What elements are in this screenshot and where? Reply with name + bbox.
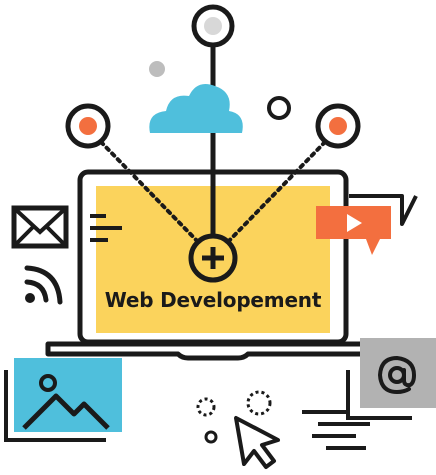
decor-dot bbox=[149, 61, 165, 77]
top-node-icon bbox=[191, 4, 235, 48]
envelope-icon bbox=[11, 205, 69, 249]
caption-web-development: Web Developement bbox=[104, 288, 322, 312]
decor-ring bbox=[267, 96, 291, 120]
right-node-icon bbox=[315, 103, 361, 149]
plus-circle-icon bbox=[188, 233, 238, 283]
left-node-icon bbox=[65, 103, 111, 149]
web-development-illustration: Web Developement bbox=[0, 0, 436, 475]
cloud-icon bbox=[149, 83, 243, 133]
at-sign-icon bbox=[346, 338, 436, 420]
image-icon bbox=[4, 358, 122, 442]
cursor-arrow-icon bbox=[196, 390, 280, 469]
wifi-icon bbox=[24, 265, 63, 305]
video-play-icon bbox=[316, 194, 418, 255]
